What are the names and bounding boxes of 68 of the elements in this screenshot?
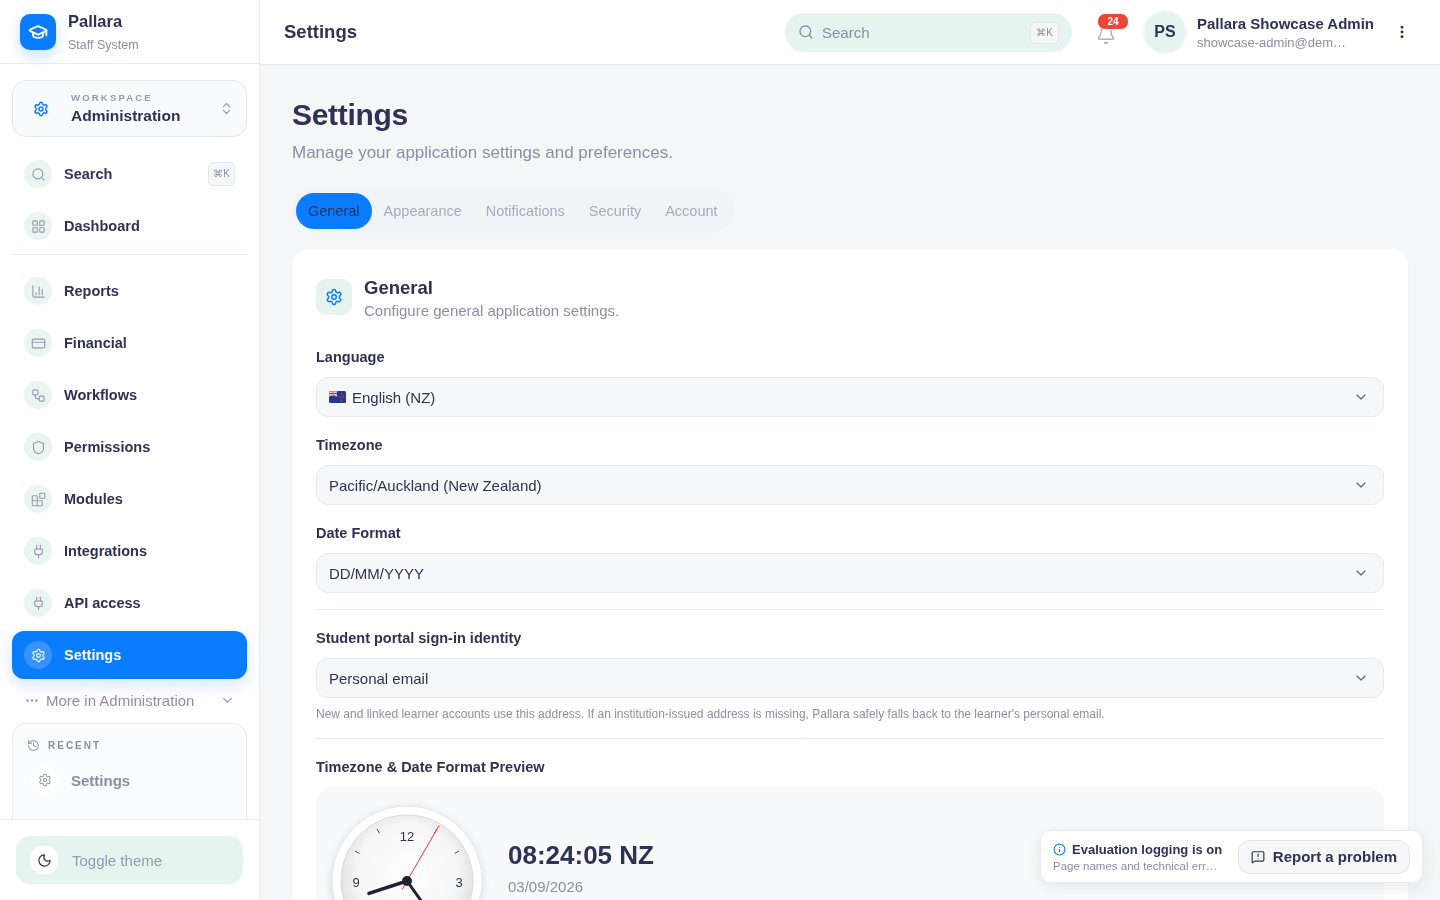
nav-item[interactable]: Dashboard bbox=[12, 202, 247, 250]
preview-title: Timezone & Date Format Preview bbox=[316, 758, 546, 777]
moon-icon bbox=[28, 844, 60, 876]
section-title: General bbox=[364, 277, 434, 299]
settings-icon bbox=[31, 766, 59, 794]
nav-item[interactable]: Modules bbox=[12, 475, 247, 523]
search-icon bbox=[24, 160, 52, 188]
nav-item[interactable]: Settings bbox=[12, 631, 247, 679]
page-title: Settings bbox=[292, 97, 409, 133]
field-label: Student portal sign-in identity bbox=[316, 629, 523, 648]
nav-item[interactable]: Permissions bbox=[12, 423, 247, 471]
nav-item[interactable]: Financial bbox=[12, 319, 247, 367]
info-icon bbox=[1053, 842, 1066, 856]
field-label: Language bbox=[316, 348, 386, 367]
shield-icon bbox=[24, 433, 52, 461]
search-icon bbox=[798, 24, 814, 40]
notification-count: 24 bbox=[1097, 13, 1129, 30]
time-text: 08:24:05 NZ bbox=[508, 839, 654, 871]
message-warning-icon bbox=[1250, 849, 1265, 864]
user-name: Pallara Showcase Admin bbox=[1197, 14, 1374, 32]
date-text: 03/09/2026 bbox=[508, 877, 585, 897]
user-email: showcase-admin@dem… bbox=[1197, 34, 1347, 50]
workspace-switcher[interactable]: WORKSPACE Administration bbox=[12, 80, 247, 137]
page-subtitle: Manage your application settings and preferences. bbox=[292, 142, 674, 164]
history-icon bbox=[27, 738, 40, 752]
select-field[interactable]: English (NZ) bbox=[316, 377, 1384, 417]
blocks-icon bbox=[24, 485, 52, 513]
nav-item[interactable]: Search bbox=[12, 150, 209, 198]
clock-numeral: 3 bbox=[455, 874, 463, 890]
grid-icon bbox=[24, 212, 52, 240]
credit-card-icon bbox=[24, 329, 52, 357]
report-problem-button[interactable]: Report a problem bbox=[1237, 839, 1410, 874]
nav-item[interactable]: Workflows bbox=[12, 371, 247, 419]
section-description: Configure general application settings. bbox=[364, 301, 620, 321]
settings-icon bbox=[24, 641, 52, 669]
ellipsis-icon bbox=[26, 698, 38, 702]
user-avatar[interactable]: PS bbox=[1143, 10, 1187, 54]
nav-item[interactable]: Reports bbox=[12, 267, 247, 315]
logo-icon bbox=[20, 13, 56, 50]
hint-text: New and linked learner accounts use this address. If an institution-issued address is missing, Pallara safely falls back to the learner's personal email. bbox=[316, 706, 1106, 722]
nav-item[interactable]: Integrations bbox=[12, 527, 247, 575]
workspace-name: Administration bbox=[71, 107, 182, 125]
select-field[interactable]: Pacific/Auckland (New Zealand) bbox=[316, 465, 1384, 505]
shortcut-key: ⌘K bbox=[208, 162, 235, 186]
select-field[interactable]: Personal email bbox=[316, 658, 1384, 698]
clock-numeral: 12 bbox=[399, 828, 415, 844]
toast-message: Page names and technical err… bbox=[1053, 859, 1219, 872]
plug-icon bbox=[24, 589, 52, 617]
workspace-caption: WORKSPACE bbox=[71, 92, 154, 103]
bar-chart-icon bbox=[24, 277, 52, 305]
shortcut-key: ⌘K bbox=[1030, 21, 1059, 44]
clock-center-dot bbox=[402, 876, 412, 886]
brand-subtitle: Staff System bbox=[68, 36, 139, 53]
settings-icon bbox=[33, 100, 49, 117]
second-hand bbox=[401, 825, 440, 891]
clock-numeral: 9 bbox=[352, 874, 360, 890]
workflow-icon bbox=[24, 381, 52, 409]
plug-icon bbox=[24, 537, 52, 565]
field-label: Timezone bbox=[316, 436, 384, 455]
recent-heading: RECENT bbox=[48, 739, 102, 751]
nav-item[interactable]: API access bbox=[12, 579, 247, 627]
toast-title: Evaluation logging is on bbox=[1072, 841, 1223, 857]
select-field[interactable]: DD/MM/YYYY bbox=[316, 553, 1384, 593]
settings-icon bbox=[316, 279, 352, 315]
brand-name: Pallara bbox=[68, 10, 124, 31]
flag-icon bbox=[329, 391, 346, 403]
field-label: Date Format bbox=[316, 524, 402, 543]
header-title: Settings bbox=[284, 21, 358, 43]
